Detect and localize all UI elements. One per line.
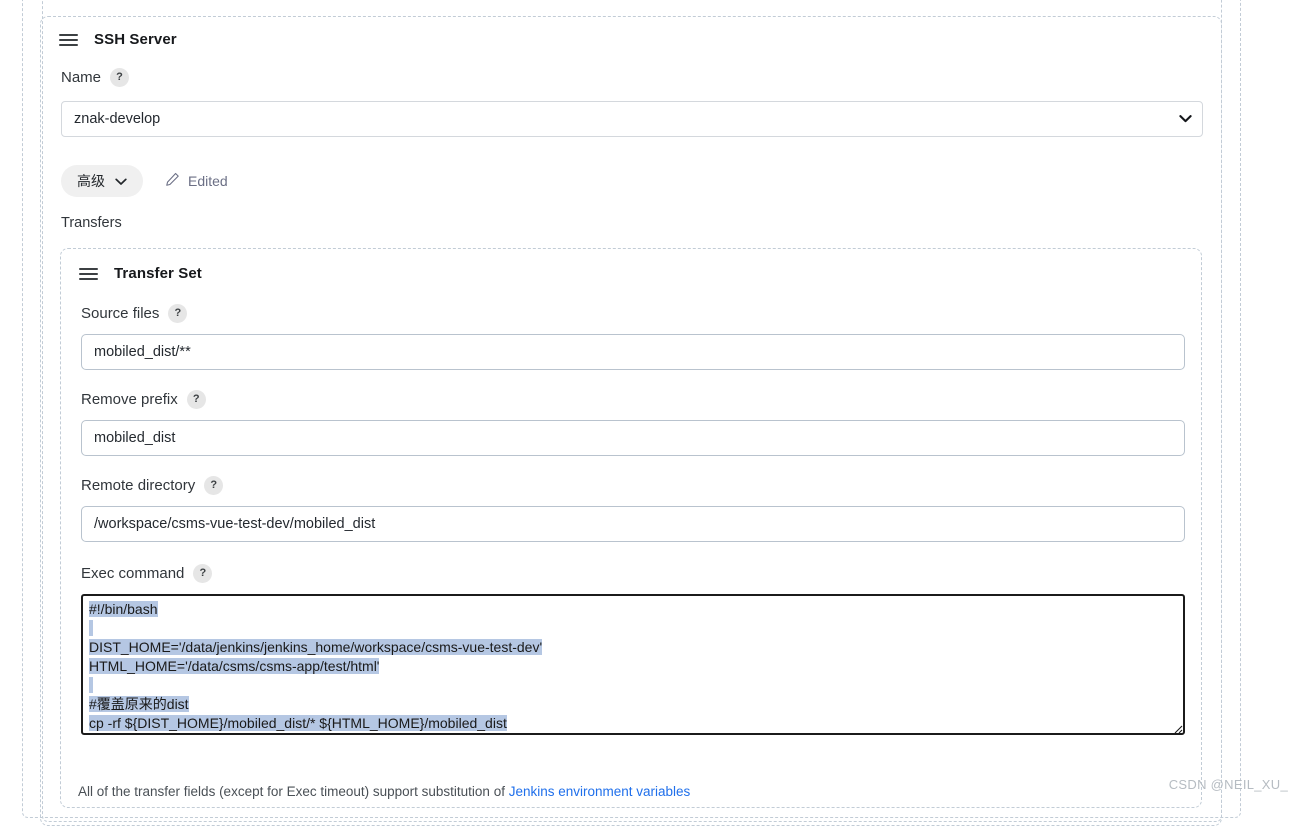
- help-icon-remote-directory[interactable]: ?: [204, 476, 224, 495]
- help-icon-source-files[interactable]: ?: [168, 304, 188, 323]
- chevron-down-icon: [115, 173, 127, 189]
- transfer-set-panel: Transfer Set Source files ? Remove prefi…: [60, 248, 1202, 808]
- exec-command-wrapper: #!/bin/bash DIST_HOME='/data/jenkins/jen…: [81, 594, 1185, 735]
- remove-prefix-label-row: Remove prefix ?: [81, 390, 1201, 409]
- advanced-button[interactable]: 高级: [61, 165, 143, 197]
- edited-label: Edited: [188, 173, 228, 189]
- name-label-row: Name ?: [61, 68, 1221, 87]
- hamburger-drag-icon[interactable]: [79, 267, 98, 280]
- exec-command-line: #覆盖原来的dist: [89, 696, 189, 712]
- name-field-group: Name ? znak-develop: [41, 48, 1221, 137]
- advanced-button-label: 高级: [77, 173, 105, 189]
- remove-prefix-group: Remove prefix ?: [81, 390, 1201, 456]
- remove-prefix-input[interactable]: [81, 420, 1185, 456]
- exec-command-group: Exec command ? #!/bin/bash DIST_HOME='/d…: [81, 564, 1201, 735]
- source-files-label: Source files: [81, 305, 160, 322]
- exec-command-line: #!/bin/bash: [89, 601, 158, 617]
- transfers-section-label: Transfers: [61, 215, 122, 231]
- remove-prefix-label: Remove prefix: [81, 391, 178, 408]
- server-name-selected-value: znak-develop: [74, 111, 161, 127]
- help-icon-name[interactable]: ?: [110, 68, 130, 87]
- source-files-input[interactable]: [81, 334, 1185, 370]
- exec-command-line: [89, 619, 1177, 638]
- edited-status: Edited: [157, 172, 228, 190]
- remote-directory-input[interactable]: [81, 506, 1185, 542]
- exec-command-line: DIST_HOME='/data/jenkins/jenkins_home/wo…: [89, 639, 543, 655]
- hamburger-drag-icon[interactable]: [59, 33, 78, 46]
- exec-command-textarea[interactable]: #!/bin/bash DIST_HOME='/data/jenkins/jen…: [81, 594, 1185, 735]
- ssh-server-title: SSH Server: [94, 31, 177, 48]
- remote-directory-label: Remote directory: [81, 477, 196, 494]
- exec-command-line: [89, 676, 1177, 695]
- watermark: CSDN @NEIL_XU_: [1168, 777, 1288, 792]
- exec-command-label-row: Exec command ?: [81, 564, 1201, 583]
- help-icon-exec-command[interactable]: ?: [193, 564, 213, 583]
- remote-directory-label-row: Remote directory ?: [81, 476, 1201, 495]
- server-name-select[interactable]: znak-develop: [61, 101, 1203, 137]
- exec-command-line: cp -rf ${DIST_HOME}/mobiled_dist/* ${HTM…: [89, 715, 507, 731]
- remote-directory-group: Remote directory ?: [81, 476, 1201, 542]
- name-select-wrapper: znak-develop: [61, 101, 1203, 137]
- transfer-set-header: Transfer Set: [61, 249, 1201, 282]
- ssh-server-header: SSH Server: [41, 17, 1221, 48]
- transfer-set-title: Transfer Set: [114, 265, 202, 282]
- exec-command-line: HTML_HOME='/data/csms/csms-app/test/html…: [89, 658, 380, 674]
- exec-command-label: Exec command: [81, 565, 185, 582]
- help-icon-remove-prefix[interactable]: ?: [186, 390, 206, 409]
- source-files-group: Source files ?: [81, 304, 1201, 370]
- source-files-label-row: Source files ?: [81, 304, 1201, 323]
- footer-note-text: All of the transfer fields (except for E…: [78, 784, 509, 799]
- advanced-row: 高级 Edited: [41, 137, 1221, 197]
- pencil-edit-icon: [165, 172, 180, 190]
- footer-note: All of the transfer fields (except for E…: [78, 784, 690, 799]
- jenkins-env-variables-link[interactable]: Jenkins environment variables: [509, 784, 691, 799]
- name-label: Name: [61, 69, 102, 86]
